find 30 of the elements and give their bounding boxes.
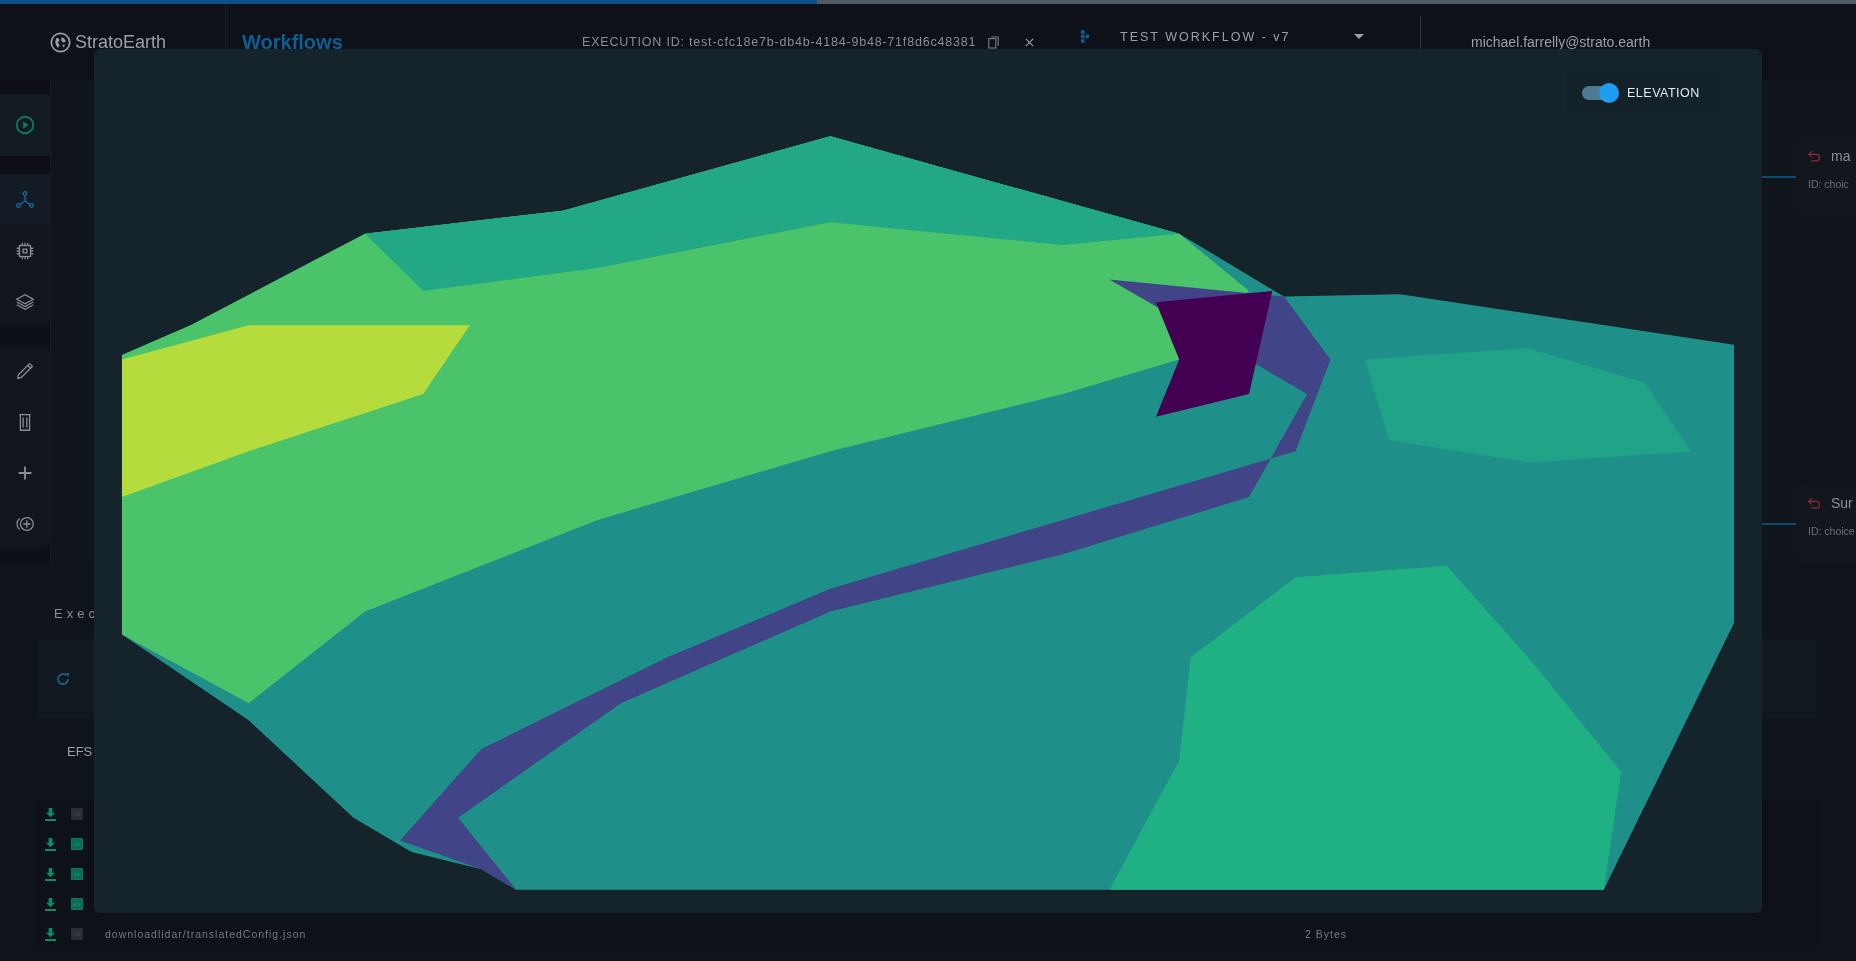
- globe-logo-icon: [50, 31, 71, 53]
- node-id: ID: choice: [1808, 525, 1856, 537]
- undo-arrow-icon: [1808, 150, 1821, 162]
- storage-label: EFS: [67, 744, 94, 759]
- page-title: Workflows: [242, 30, 343, 53]
- caret-icon: [1354, 34, 1364, 39]
- logo-text: StratoEarth: [75, 31, 167, 53]
- download-icon[interactable]: [45, 837, 56, 851]
- file-size: 2 Bytes: [1305, 928, 1348, 940]
- node-title: ma: [1831, 148, 1851, 164]
- refresh-icon[interactable]: [55, 671, 71, 687]
- tree-icon: [1081, 30, 1090, 43]
- panel-title: Exec: [54, 606, 100, 621]
- download-icon[interactable]: [45, 897, 56, 911]
- file-name: downloadlidar/translatedConfig.json: [105, 928, 308, 940]
- play-icon: [14, 114, 36, 136]
- execution-id: EXECUTION ID: test-cfc18e7b-db4b-4184-9b48-71f8d6c48381: [582, 35, 977, 49]
- copy-icon[interactable]: [988, 35, 1000, 49]
- download-icon[interactable]: [45, 867, 56, 881]
- download-icon[interactable]: [45, 807, 56, 821]
- close-icon[interactable]: [1025, 37, 1035, 47]
- node-title: Sur: [1831, 495, 1853, 511]
- download-icon[interactable]: [45, 927, 56, 941]
- elevation-switch[interactable]: [1582, 85, 1617, 100]
- sidebar-button[interactable]: [0, 94, 50, 156]
- undo-arrow-icon: [1808, 497, 1821, 509]
- node-id: ID: choic: [1808, 178, 1850, 190]
- toggle-label: ELEVATION: [1627, 85, 1700, 100]
- user-email[interactable]: michael.farrelly@strato.earth: [1471, 34, 1651, 50]
- branch-icon: [14, 188, 36, 211]
